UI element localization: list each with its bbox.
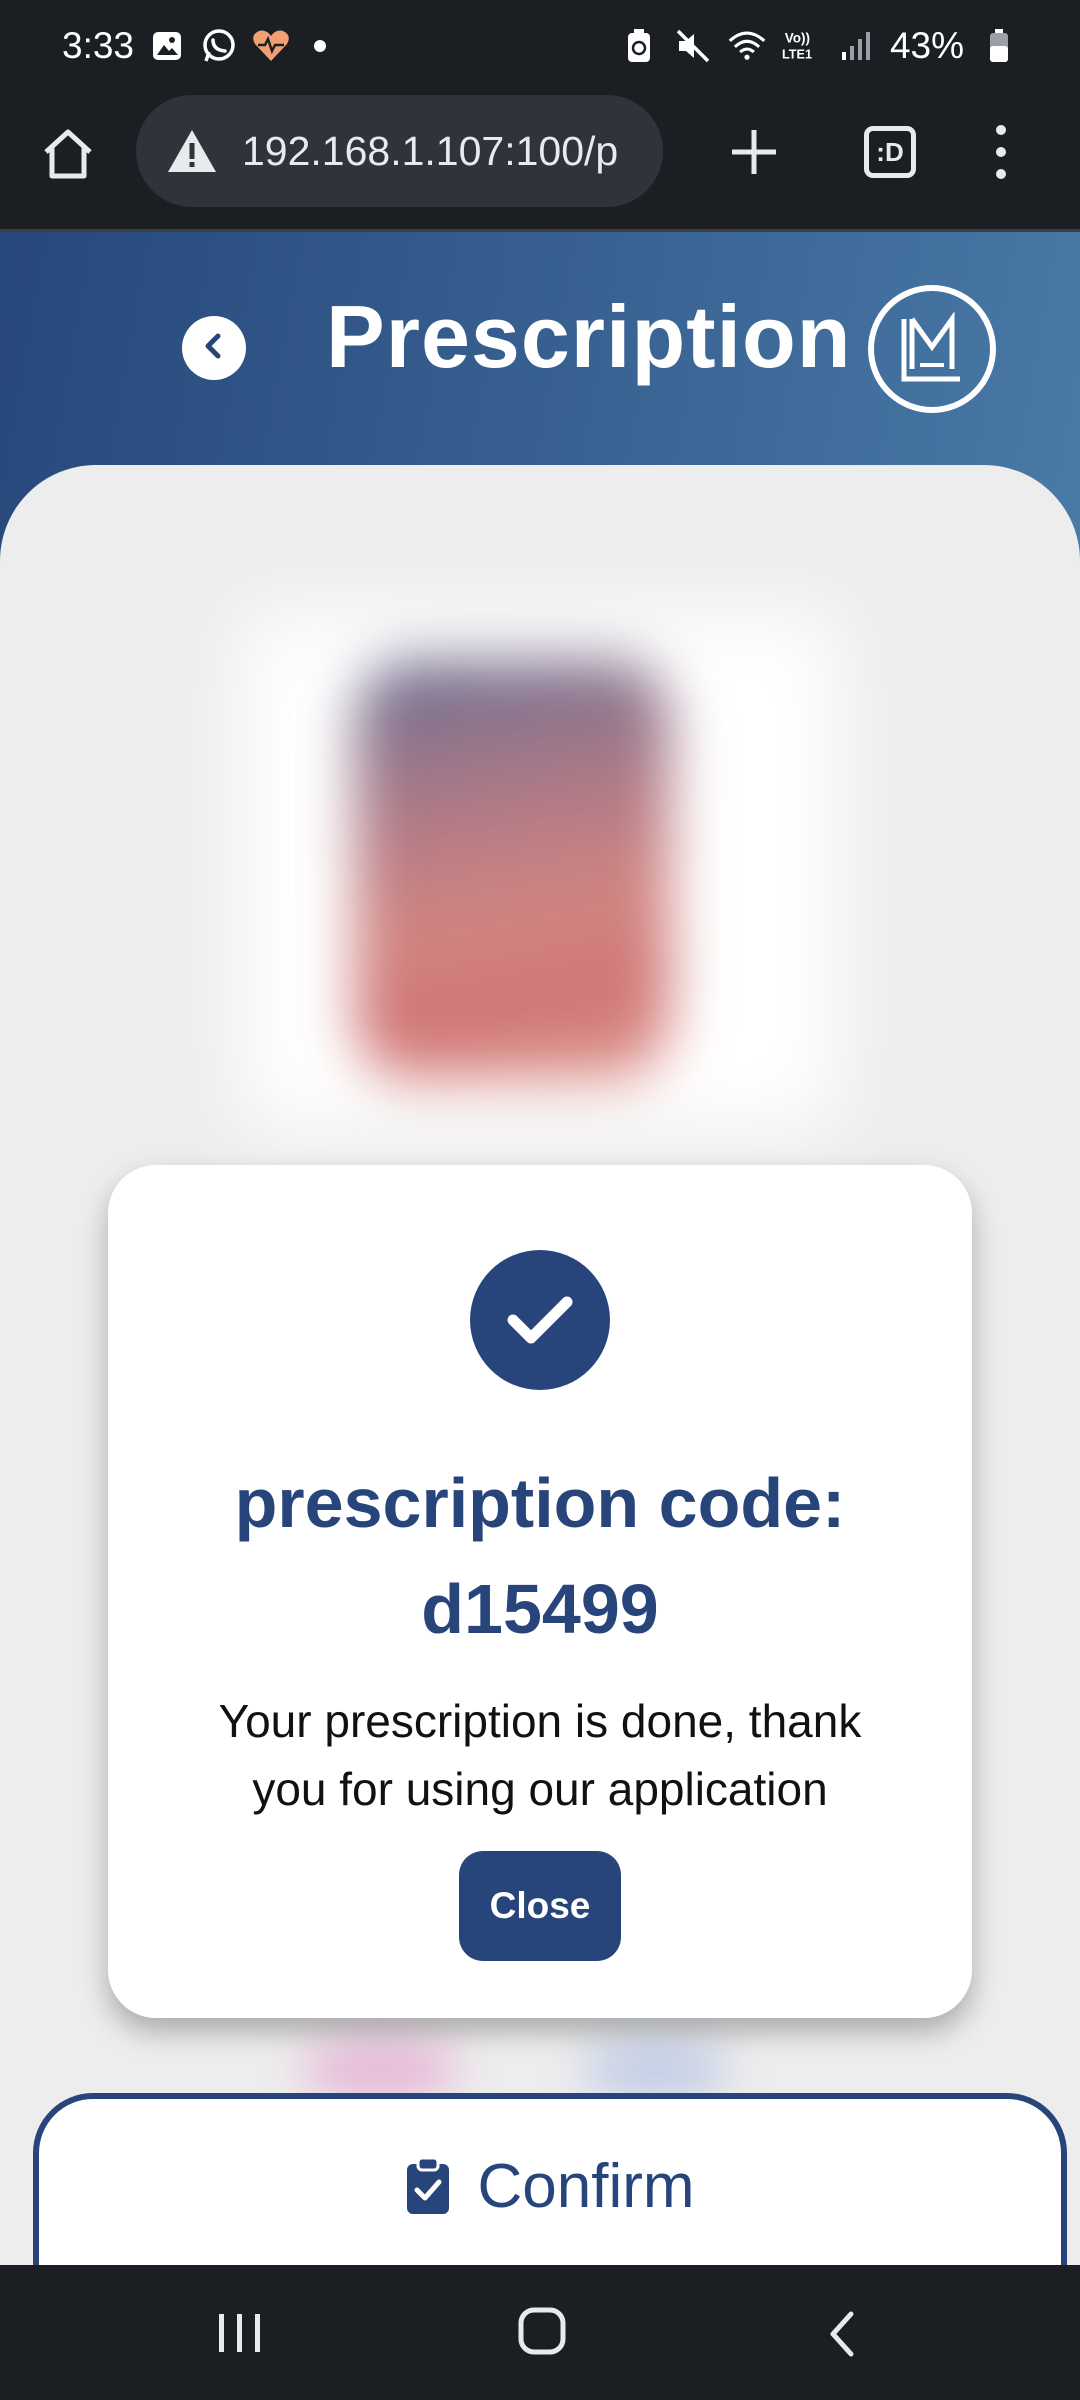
back-nav-icon[interactable]: [825, 2310, 859, 2358]
confirm-button[interactable]: Confirm: [33, 2093, 1067, 2273]
status-bar: 3:33 Vo)) LTE1 43%: [0, 0, 1080, 92]
success-modal: prescription code: d15499 Your prescript…: [108, 1165, 972, 2018]
address-bar[interactable]: 192.168.1.107:100/p: [136, 95, 663, 207]
status-time: 3:33: [62, 25, 135, 66]
tab-switcher-button[interactable]: :D: [864, 126, 916, 178]
home-icon[interactable]: [38, 124, 98, 184]
battery-saver-icon: [620, 27, 658, 65]
clipboard-check-icon: [405, 2156, 451, 2216]
chevron-left-icon: [199, 331, 229, 366]
prescription-photo: [355, 660, 670, 1080]
battery-percent: 43%: [889, 25, 964, 66]
modal-message: Your prescription is done, thank you for…: [218, 1695, 862, 1815]
system-nav-bar: [0, 2265, 1080, 2400]
page-title: Prescription: [326, 287, 852, 386]
url-text[interactable]: 192.168.1.107:100/p: [242, 128, 618, 175]
health-icon: [252, 27, 290, 65]
volte-lte1-icon: Vo)) LTE1: [782, 27, 820, 65]
screen: 3:33 Vo)) LTE1 43% 192.168.1.107:100/p:…: [0, 0, 1080, 2400]
check-icon: [470, 1250, 610, 1390]
status-left: 3:33: [62, 25, 327, 67]
lm-logo-icon: [868, 285, 996, 413]
browser-toolbar: 192.168.1.107:100/p :D: [0, 92, 1080, 232]
modal-title-line1: prescription code:: [234, 1464, 846, 1542]
recents-icon[interactable]: [215, 2310, 265, 2356]
wifi-icon: [728, 27, 766, 65]
close-button[interactable]: Close: [459, 1851, 621, 1961]
confirm-label: Confirm: [477, 2151, 695, 2221]
gallery-icon: [148, 27, 186, 65]
blurred-element: [300, 2040, 460, 2100]
svg-text:Vo)): Vo)): [785, 30, 810, 45]
blurred-element: [580, 2040, 730, 2100]
signal-icon: [836, 27, 874, 65]
home-nav-icon[interactable]: [517, 2306, 567, 2356]
mute-icon: [674, 27, 712, 65]
warning-icon[interactable]: [166, 128, 218, 174]
prescription-code: d15499: [421, 1570, 659, 1648]
more-menu-icon[interactable]: [986, 122, 1016, 182]
status-right: Vo)) LTE1 43%: [620, 25, 1018, 67]
whatsapp-icon: [200, 27, 238, 65]
svg-text:LTE1: LTE1: [782, 48, 812, 62]
new-tab-icon[interactable]: [722, 120, 786, 184]
modal-title: prescription code: d15499: [108, 1450, 972, 1662]
notification-dot: [314, 40, 327, 52]
back-button[interactable]: [182, 316, 246, 380]
battery-icon: [980, 27, 1018, 65]
